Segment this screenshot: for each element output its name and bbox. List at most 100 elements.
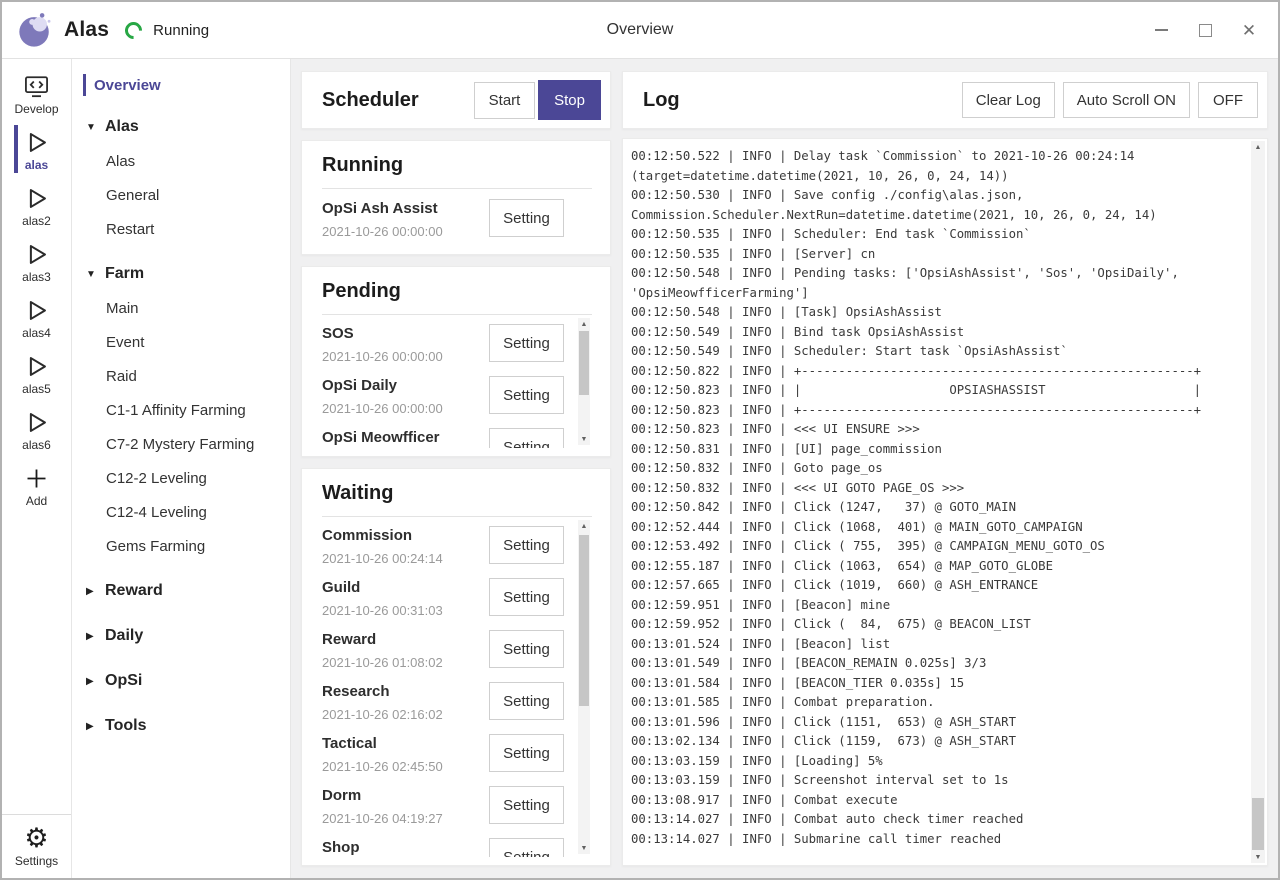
task-name: Guild [322,578,443,598]
setting-button[interactable]: Setting [489,199,564,237]
setting-button[interactable]: Setting [489,630,564,668]
setting-button[interactable]: Setting [489,324,564,362]
setting-button[interactable]: Setting [489,428,564,448]
scroll-down-arrow[interactable]: ▼ [1251,851,1265,863]
waiting-scrollbar[interactable]: ▲ ▼ [578,520,590,854]
maximize-icon [1199,24,1212,37]
log-line: 00:13:01.596 | INFO | Click (1151, 653) … [631,713,1241,733]
rail-item-label: alas2 [22,214,51,228]
sidebar-item-c12-2-leveling[interactable]: C12-2 Leveling [72,461,290,495]
task-row-opsi-ash-assist: OpSi Ash Assist2021-10-26 00:00:00Settin… [322,189,564,242]
log-line: 00:12:50.823 | INFO | <<< UI ENSURE >>> [631,420,1241,440]
sidebar-item-general[interactable]: General [72,178,290,212]
running-card: Running OpSi Ash Assist2021-10-26 00:00:… [301,140,611,255]
log-line: 00:13:14.027 | INFO | Submarine call tim… [631,830,1241,850]
log-line: 00:13:01.585 | INFO | Combat preparation… [631,693,1241,713]
close-button[interactable]: ✕ [1240,21,1258,39]
auto-scroll-off-button[interactable]: OFF [1198,82,1258,118]
task-info: SOS2021-10-26 00:00:00 [322,324,443,364]
task-name: Tactical [322,734,443,754]
log-line: 00:12:50.823 | INFO | | OPSIASHASSIST | [631,381,1241,401]
rail-item-develop[interactable]: Develop [14,65,58,121]
setting-button[interactable]: Setting [489,786,564,824]
clear-log-button[interactable]: Clear Log [962,82,1055,118]
sidebar-group-opsi[interactable]: ▶OpSi [72,664,290,698]
log-scrollbar[interactable]: ▲ ▼ [1251,141,1265,863]
maximize-button[interactable] [1196,21,1214,39]
sidebar-group-alas[interactable]: ▼Alas [72,110,290,144]
setting-button[interactable]: Setting [489,578,564,616]
sidebar-item-gems-farming[interactable]: Gems Farming [72,529,290,563]
log-line: 00:12:50.832 | INFO | <<< UI GOTO PAGE_O… [631,479,1241,499]
auto-scroll-on-button[interactable]: Auto Scroll ON [1063,82,1190,118]
instance-rail-items: Developalas alas2 alas3 alas4 alas5alas6Add [14,65,58,513]
setting-button[interactable]: Setting [489,682,564,720]
sidebar-item-event[interactable]: Event [72,325,290,359]
task-next-run-time: 2021-10-26 01:08:02 [322,655,443,670]
sidebar-item-c1-1-affinity-farming[interactable]: C1-1 Affinity Farming [72,393,290,427]
log-line: 00:12:59.952 | INFO | Click ( 84, 675) @… [631,615,1241,635]
log-line: 00:12:50.522 | INFO | Delay task `Commis… [631,147,1241,167]
log-header-card: Log Clear Log Auto Scroll ON OFF [622,71,1268,129]
task-name: Research [322,682,443,702]
scroll-thumb[interactable] [579,535,589,706]
rail-item-add[interactable]: Add [14,457,58,513]
log-line: Commission.Scheduler.NextRun=datetime.da… [631,206,1241,226]
task-next-run-time: 2021-10-26 00:31:03 [322,603,443,618]
minimize-icon [1155,29,1168,31]
sidebar-item-raid[interactable]: Raid [72,359,290,393]
sidebar-item-c7-2-mystery-farming[interactable]: C7-2 Mystery Farming [72,427,290,461]
sidebar-item-main[interactable]: Main [72,291,290,325]
scroll-up-arrow[interactable]: ▲ [578,520,590,532]
setting-button[interactable]: Setting [489,734,564,772]
play-icon [23,184,50,212]
scroll-up-arrow[interactable]: ▲ [1251,141,1265,153]
task-row-opsi-daily: OpSi Daily2021-10-26 00:00:00 Setting [322,367,564,419]
scroll-down-arrow[interactable]: ▼ [578,433,590,445]
scroll-up-arrow[interactable]: ▲ [578,318,590,330]
sidebar-group-daily[interactable]: ▶Daily [72,619,290,653]
rail-item-settings[interactable]: ⚙ Settings [2,814,71,878]
close-icon: ✕ [1242,22,1256,39]
log-line: 00:12:50.535 | INFO | Scheduler: End tas… [631,225,1241,245]
scroll-thumb[interactable] [1252,798,1264,850]
rail-item-alas4[interactable]: alas4 [14,289,58,345]
setting-button[interactable]: Setting [489,376,564,414]
log-line: 00:12:50.548 | INFO | Pending tasks: ['O… [631,264,1241,284]
rail-item-label: alas4 [22,326,51,340]
rail-item-alas2[interactable]: alas2 [14,177,58,233]
pending-scrollbar[interactable]: ▲ ▼ [578,318,590,445]
setting-button[interactable]: Setting [489,838,564,857]
scroll-thumb[interactable] [579,331,589,395]
sidebar-item-c12-4-leveling[interactable]: C12-4 Leveling [72,495,290,529]
setting-button[interactable]: Setting [489,526,564,564]
scheduler-column: Scheduler Start Stop Running OpSi Ash As… [301,71,611,866]
start-button[interactable]: Start [474,82,535,119]
pending-list-wrap: SOS2021-10-26 00:00:00SettingOpSi Daily2… [322,315,592,448]
sidebar-group-farm[interactable]: ▼Farm [72,257,290,291]
rail-item-alas3[interactable]: alas3 [14,233,58,289]
log-line: 00:12:50.548 | INFO | [Task] OpsiAshAssi… [631,303,1241,323]
scheduler-card: Scheduler Start Stop [301,71,611,129]
sidebar-item-restart[interactable]: Restart [72,212,290,246]
settings-label: Settings [15,854,58,868]
scroll-down-arrow[interactable]: ▼ [578,842,590,854]
rail-item-alas[interactable]: alas [14,121,58,177]
sidebar-item-overview[interactable]: Overview [72,71,290,99]
rail-item-alas6[interactable]: alas6 [14,401,58,457]
log-line: (target=datetime.datetime(2021, 10, 26, … [631,167,1241,187]
sidebar-item-alas[interactable]: Alas [72,144,290,178]
gear-icon: ⚙ [24,823,48,853]
task-info: OpSi Daily2021-10-26 00:00:00 [322,376,443,416]
log-line: 00:12:57.665 | INFO | Click (1019, 660) … [631,576,1241,596]
sidebar-group-tools[interactable]: ▶Tools [72,709,290,743]
minimize-button[interactable] [1152,21,1170,39]
instance-rail: Developalasalas2alas3alas4alas5alas6Add … [2,59,72,878]
waiting-list: Commission2021-10-26 00:24:14SettingGuil… [322,517,564,857]
chevron-down-icon: ▼ [86,122,105,133]
running-title: Running [322,154,592,177]
stop-button[interactable]: Stop [538,80,601,120]
sidebar-group-reward[interactable]: ▶Reward [72,574,290,608]
app-body: Developalasalas2alas3alas4alas5alas6Add … [2,59,1278,878]
rail-item-alas5[interactable]: alas5 [14,345,58,401]
